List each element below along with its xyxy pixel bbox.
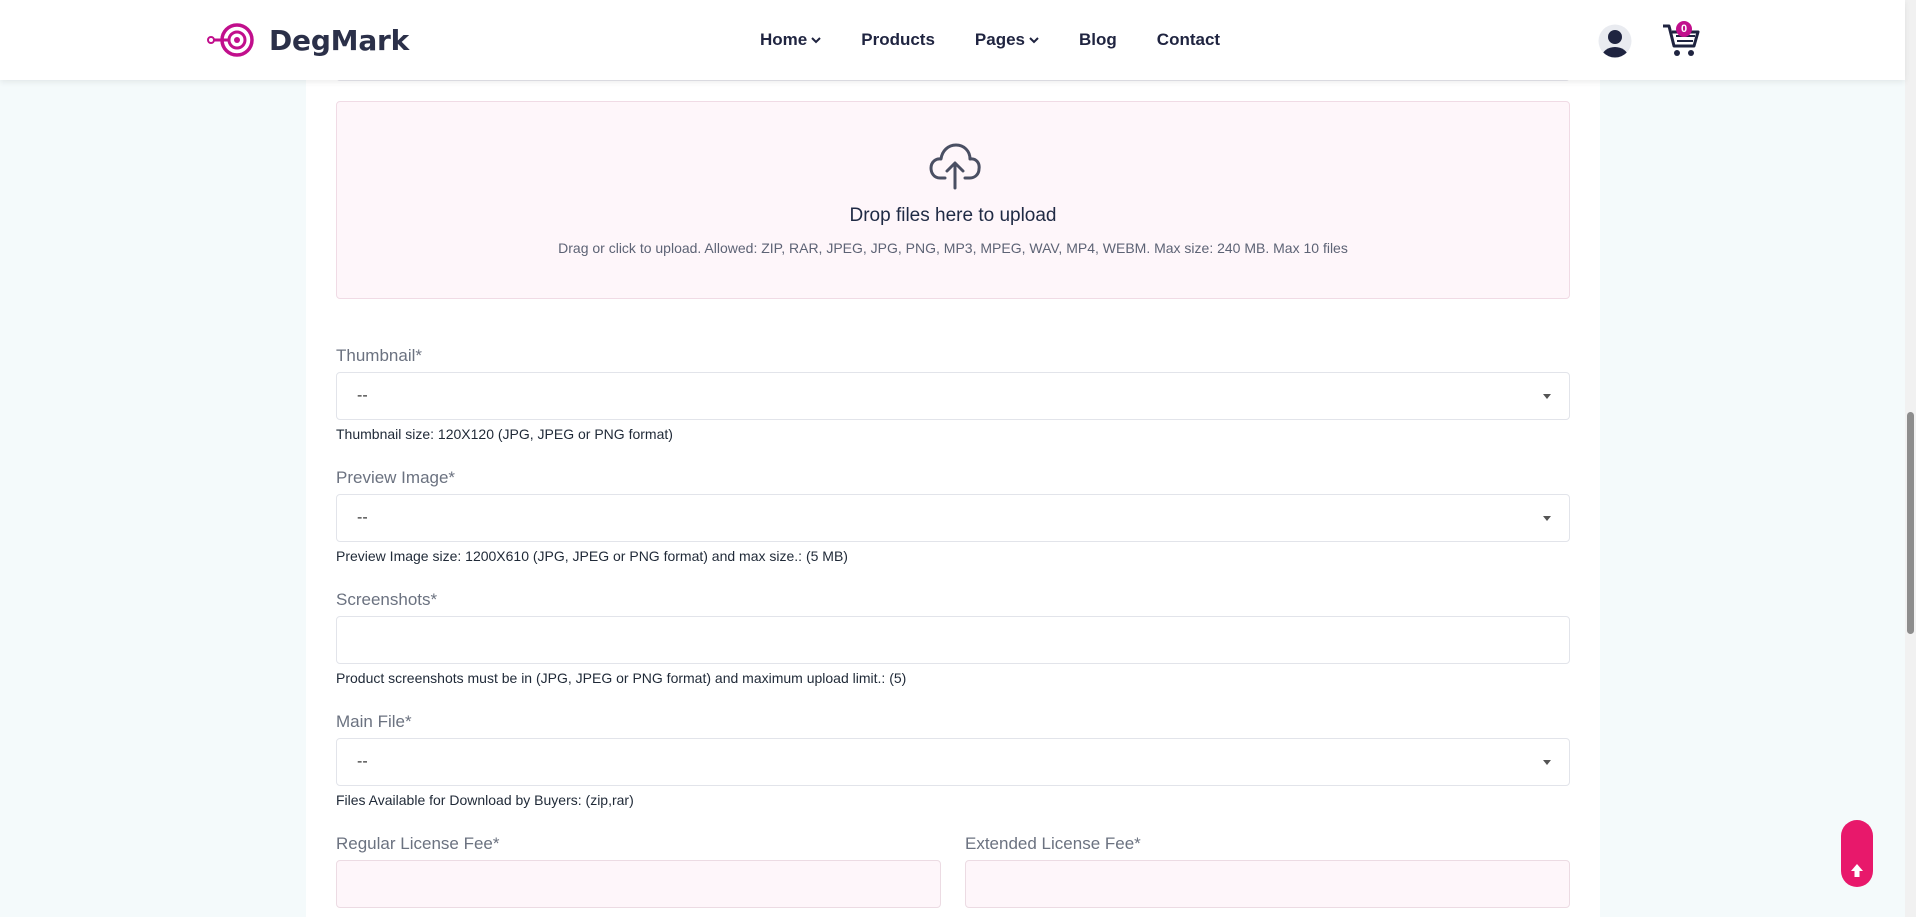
- cart-count-badge: 0: [1676, 21, 1692, 37]
- main-file-select-value: --: [357, 753, 368, 770]
- thumbnail-select-value: --: [357, 387, 368, 404]
- page-scrollbar[interactable]: [1905, 0, 1916, 917]
- cloud-upload-icon: [929, 143, 981, 190]
- dropzone-title: Drop files here to upload: [849, 205, 1057, 226]
- nav-blog[interactable]: Blog: [1079, 30, 1117, 50]
- dropzone-subtitle: Drag or click to upload. Allowed: ZIP, R…: [558, 240, 1348, 256]
- chevron-down-icon: [811, 37, 821, 44]
- thumbnail-select[interactable]: --: [336, 372, 1570, 420]
- file-dropzone[interactable]: Drop files here to upload Drag or click …: [336, 101, 1570, 299]
- main-file-label: Main File*: [336, 712, 412, 731]
- main-file-hint: Files Available for Download by Buyers: …: [336, 792, 634, 808]
- chevron-down-icon: [1029, 37, 1039, 44]
- nav-home-label: Home: [760, 30, 808, 49]
- arrow-up-icon: [1851, 864, 1863, 877]
- screenshots-hint: Product screenshots must be in (JPG, JPE…: [336, 670, 907, 686]
- preview-image-hint: Preview Image size: 1200X610 (JPG, JPEG …: [336, 548, 848, 564]
- regular-license-fee-input[interactable]: [336, 860, 941, 908]
- brand-logo[interactable]: DegMark: [207, 20, 409, 60]
- caret-down-icon: [1543, 516, 1551, 521]
- preview-image-select[interactable]: --: [336, 494, 1570, 542]
- caret-down-icon: [1543, 760, 1551, 765]
- nav-products[interactable]: Products: [861, 30, 935, 50]
- nav-contact-label: Contact: [1156, 30, 1221, 49]
- nav-pages-label: Pages: [974, 30, 1026, 49]
- caret-down-icon: [1543, 394, 1551, 399]
- site-header: DegMark Home Products Pages Blog Contact: [0, 0, 1905, 80]
- nav-home[interactable]: Home: [760, 30, 821, 50]
- main-file-select[interactable]: --: [336, 738, 1570, 786]
- main-nav: Home Products Pages Blog Contact: [760, 0, 1220, 80]
- nav-pages[interactable]: Pages: [975, 30, 1039, 50]
- page: DegMark Home Products Pages Blog Contact: [0, 0, 1916, 917]
- nav-blog-label: Blog: [1079, 30, 1117, 49]
- regular-license-fee-label: Regular License Fee*: [336, 834, 500, 853]
- back-to-top-button[interactable]: [1841, 820, 1873, 887]
- thumbnail-label: Thumbnail*: [336, 346, 422, 365]
- thumbnail-hint: Thumbnail size: 120X120 (JPG, JPEG or PN…: [336, 426, 673, 442]
- extended-license-fee-input[interactable]: [965, 860, 1570, 908]
- extended-license-fee-label: Extended License Fee*: [965, 834, 1141, 853]
- brand-name: DegMark: [269, 23, 410, 57]
- user-avatar-icon[interactable]: [1598, 24, 1632, 58]
- preview-image-label: Preview Image*: [336, 468, 456, 487]
- logo-icon: [207, 23, 254, 57]
- screenshots-input[interactable]: [336, 616, 1570, 664]
- screenshots-label: Screenshots*: [336, 590, 438, 609]
- nav-products-label: Products: [861, 30, 935, 49]
- preview-image-select-value: --: [357, 509, 368, 526]
- nav-contact[interactable]: Contact: [1157, 30, 1220, 50]
- scrollbar-thumb[interactable]: [1907, 412, 1914, 634]
